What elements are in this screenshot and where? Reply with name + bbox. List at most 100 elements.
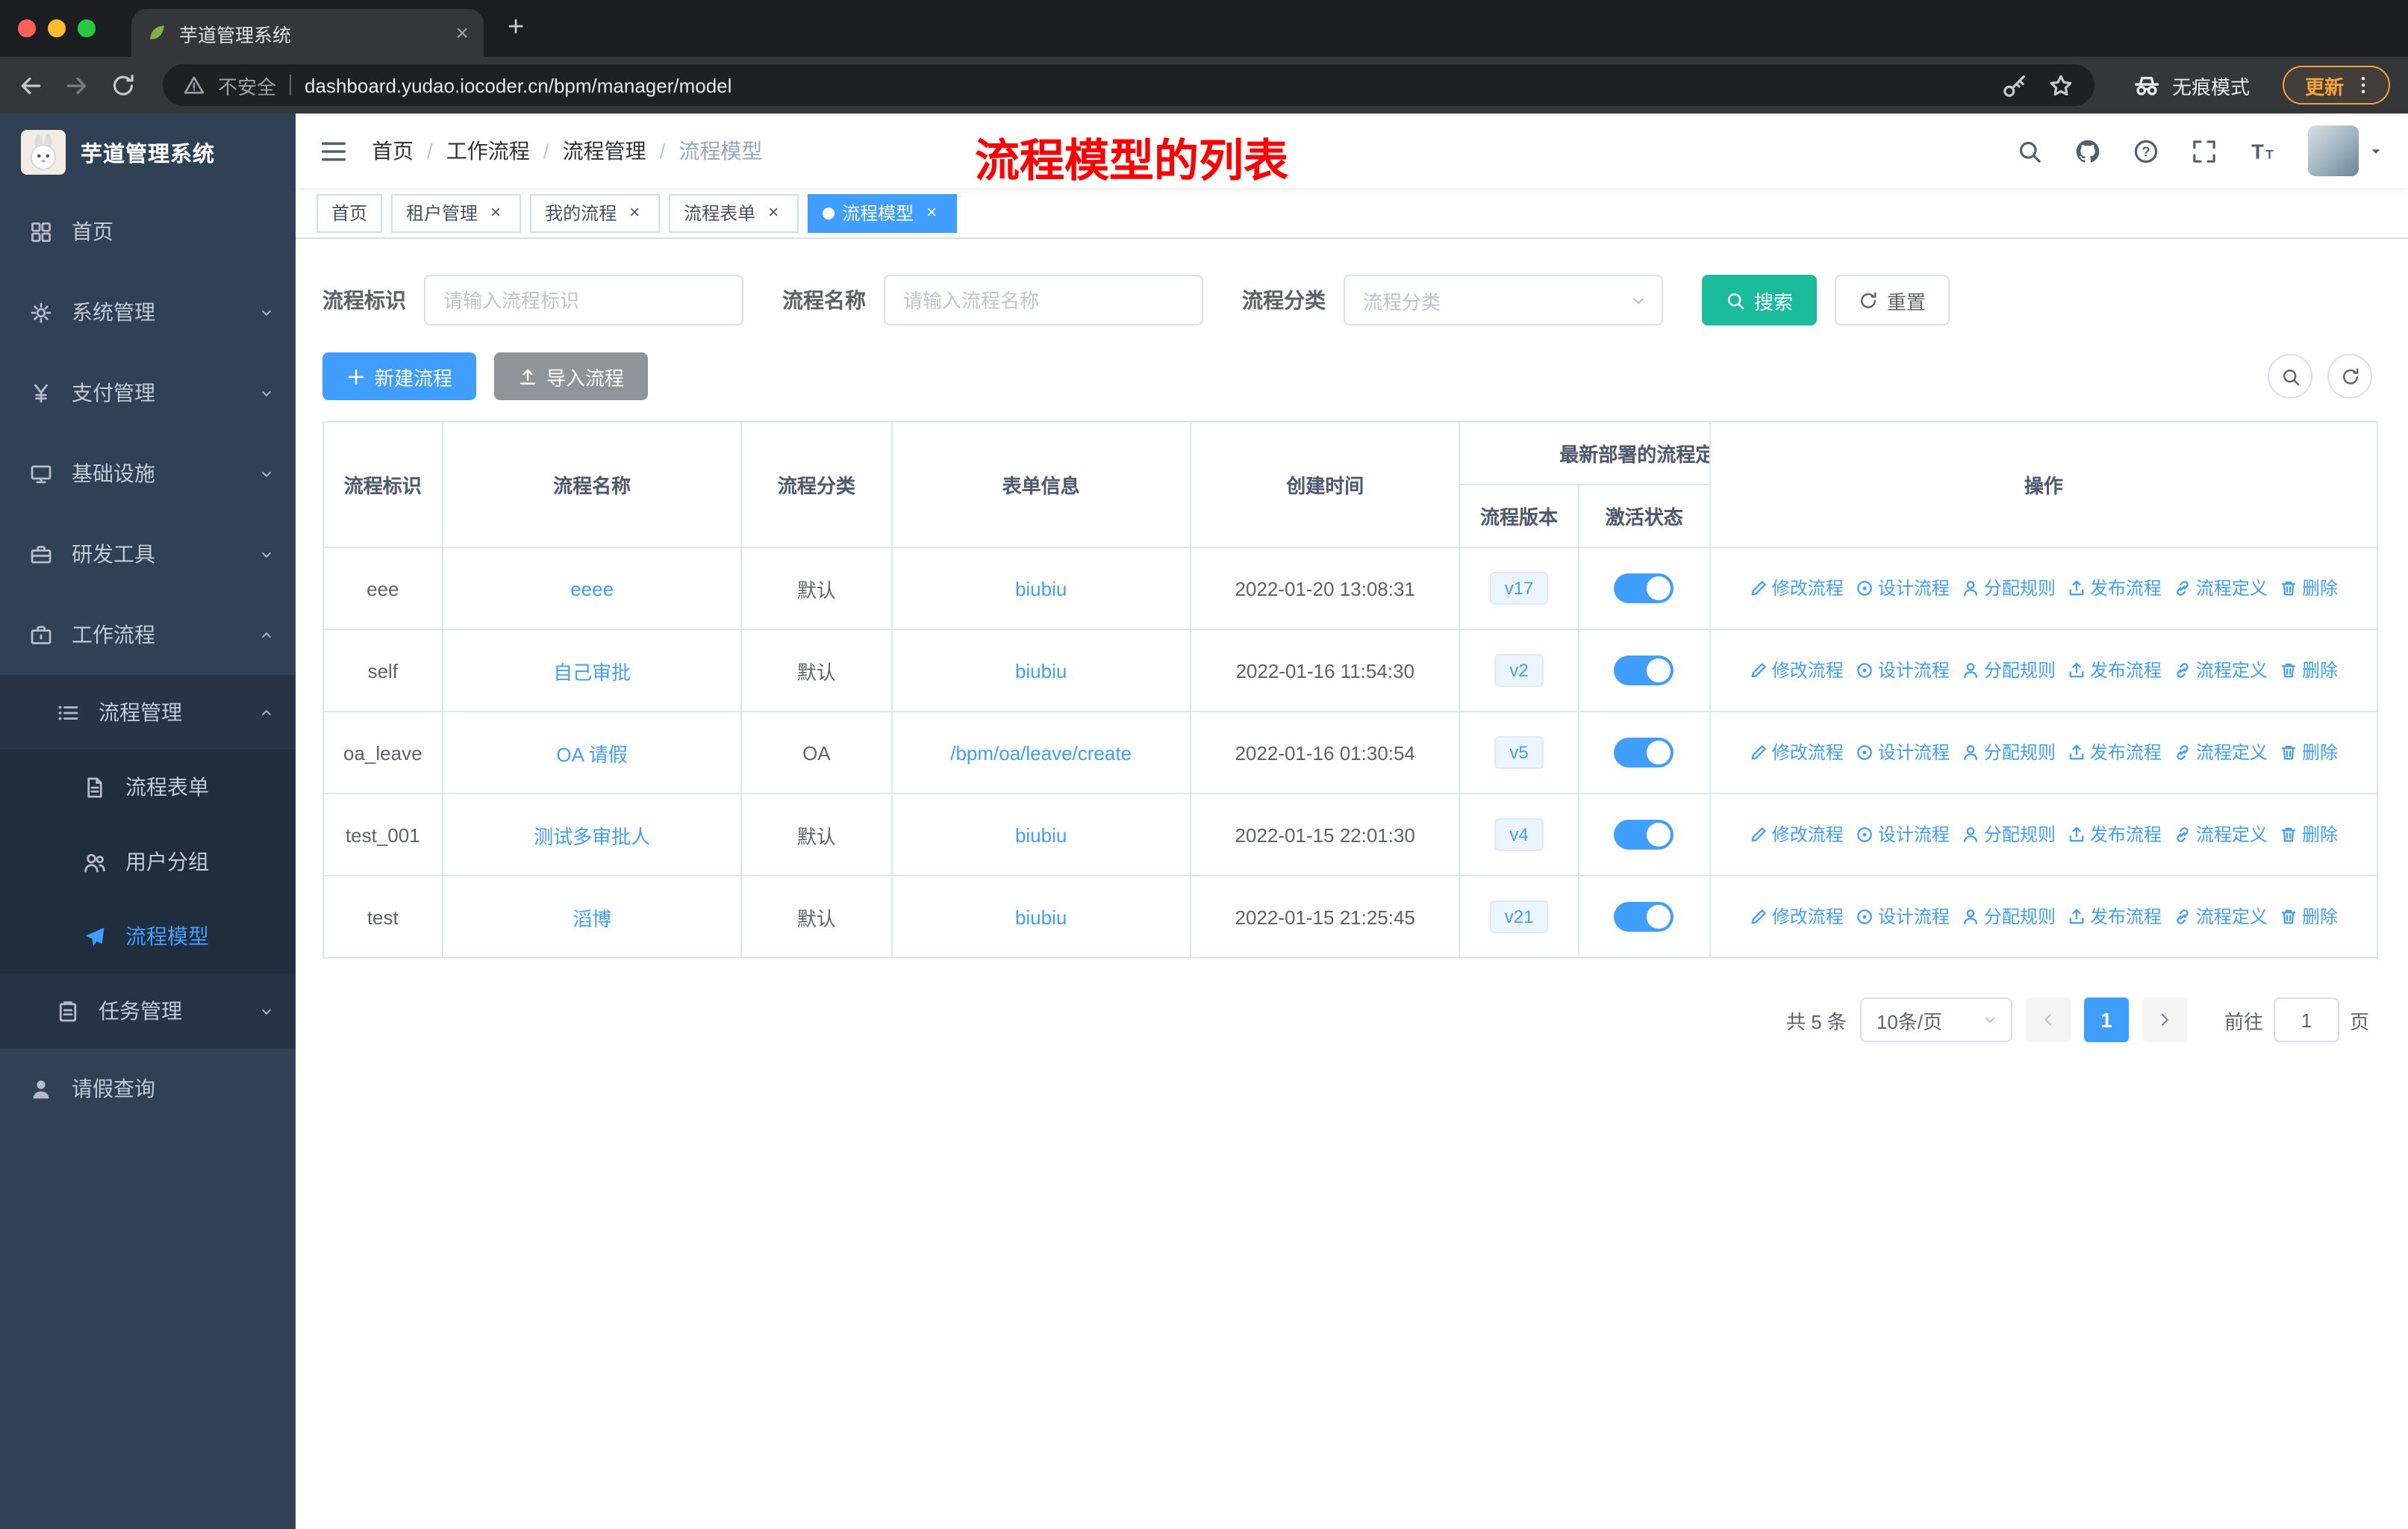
- tag-流程表单[interactable]: 流程表单 ×: [669, 193, 799, 232]
- breadcrumb-item[interactable]: 工作流程: [446, 136, 530, 166]
- form-info-link[interactable]: biubiu: [1015, 659, 1067, 682]
- form-info-link[interactable]: biubiu: [1015, 577, 1067, 600]
- github-icon[interactable]: [2075, 138, 2100, 164]
- action-publish-link[interactable]: 发布流程: [2068, 822, 2162, 847]
- action-edit-link[interactable]: 修改流程: [1750, 658, 1844, 683]
- action-link-link[interactable]: 流程定义: [2174, 822, 2268, 847]
- tag-我的流程[interactable]: 我的流程 ×: [530, 193, 661, 232]
- action-trash-link[interactable]: 删除: [2280, 658, 2338, 683]
- sidebar-item-process-management[interactable]: 流程管理: [0, 675, 296, 750]
- process-name-link[interactable]: OA 请假: [556, 743, 627, 765]
- action-trash-link[interactable]: 删除: [2280, 904, 2338, 929]
- tag-close-icon[interactable]: ×: [485, 202, 506, 223]
- action-link-link[interactable]: 流程定义: [2174, 904, 2268, 929]
- active-toggle[interactable]: [1614, 902, 1674, 932]
- sidebar-item-process-model[interactable]: 流程模型: [0, 899, 296, 974]
- action-design-link[interactable]: 设计流程: [1856, 740, 1950, 765]
- header-search-icon[interactable]: [2017, 138, 2042, 164]
- close-window-button[interactable]: [18, 19, 36, 37]
- form-info-link[interactable]: biubiu: [1015, 906, 1067, 928]
- sidebar-toggle-button[interactable]: [296, 137, 372, 165]
- action-trash-link[interactable]: 删除: [2280, 576, 2338, 601]
- toggle-search-button[interactable]: [2268, 354, 2312, 399]
- action-publish-link[interactable]: 发布流程: [2068, 658, 2162, 683]
- process-name-link[interactable]: 自己审批: [553, 661, 631, 683]
- active-toggle[interactable]: [1614, 738, 1674, 767]
- form-info-link[interactable]: /bpm/oa/leave/create: [950, 741, 1132, 764]
- refresh-table-button[interactable]: [2327, 354, 2372, 399]
- sidebar-item-workflow[interactable]: 工作流程: [0, 594, 296, 675]
- action-publish-link[interactable]: 发布流程: [2068, 740, 2162, 765]
- action-assign-link[interactable]: 分配规则: [1962, 904, 2056, 929]
- password-key-icon[interactable]: [2002, 72, 2027, 98]
- breadcrumb-item[interactable]: 流程管理: [563, 136, 646, 166]
- reset-button[interactable]: 重置: [1835, 275, 1950, 326]
- next-page-button[interactable]: [2142, 997, 2187, 1042]
- user-avatar-menu[interactable]: [2308, 125, 2384, 176]
- sidebar-item-dev-tools[interactable]: 研发工具: [0, 514, 296, 594]
- minimize-window-button[interactable]: [48, 19, 66, 37]
- sidebar-item-process-form[interactable]: 流程表单: [0, 750, 296, 824]
- search-button[interactable]: 搜索: [1702, 275, 1818, 326]
- browser-menu-icon[interactable]: [2353, 75, 2374, 96]
- page-number-button[interactable]: 1: [2083, 997, 2129, 1042]
- sidebar-item-system-management[interactable]: 系统管理: [0, 272, 296, 352]
- process-name-link[interactable]: 测试多审批人: [534, 825, 650, 847]
- browser-update-button[interactable]: 更新: [2282, 66, 2390, 105]
- sidebar-item-leave-query[interactable]: 请假查询: [0, 1048, 296, 1129]
- active-toggle[interactable]: [1614, 820, 1674, 850]
- active-toggle[interactable]: [1614, 573, 1674, 603]
- action-design-link[interactable]: 设计流程: [1856, 658, 1950, 683]
- action-publish-link[interactable]: 发布流程: [2068, 904, 2162, 929]
- zoom-window-button[interactable]: [78, 19, 96, 37]
- back-button[interactable]: [18, 72, 43, 98]
- action-edit-link[interactable]: 修改流程: [1750, 576, 1844, 601]
- active-toggle[interactable]: [1614, 655, 1674, 685]
- sidebar-item-user-group[interactable]: 用户分组: [0, 824, 296, 899]
- process-name-input[interactable]: [884, 275, 1203, 326]
- fullscreen-icon[interactable]: [2192, 138, 2217, 164]
- action-edit-link[interactable]: 修改流程: [1750, 740, 1844, 765]
- action-link-link[interactable]: 流程定义: [2174, 576, 2268, 601]
- action-design-link[interactable]: 设计流程: [1856, 822, 1950, 847]
- security-warning-icon[interactable]: [184, 75, 205, 96]
- browser-tab[interactable]: 芋道管理系统 ×: [131, 9, 484, 57]
- action-design-link[interactable]: 设计流程: [1856, 576, 1950, 601]
- tab-close-icon[interactable]: ×: [455, 22, 469, 44]
- action-assign-link[interactable]: 分配规则: [1962, 658, 2056, 683]
- process-name-link[interactable]: 滔博: [573, 907, 611, 929]
- action-assign-link[interactable]: 分配规则: [1962, 576, 2056, 601]
- action-trash-link[interactable]: 删除: [2280, 740, 2338, 765]
- action-assign-link[interactable]: 分配规则: [1962, 740, 2056, 765]
- tag-流程模型[interactable]: 流程模型 ×: [808, 193, 958, 232]
- action-edit-link[interactable]: 修改流程: [1750, 822, 1844, 847]
- reload-button[interactable]: [110, 72, 136, 98]
- action-publish-link[interactable]: 发布流程: [2068, 576, 2162, 601]
- process-category-select[interactable]: 流程分类: [1344, 275, 1663, 326]
- process-id-input[interactable]: [424, 275, 743, 326]
- page-size-select[interactable]: 10条/页: [1859, 997, 2012, 1042]
- sidebar-item-infrastructure[interactable]: 基础设施: [0, 433, 296, 514]
- tag-close-icon[interactable]: ×: [921, 202, 942, 223]
- tag-租户管理[interactable]: 租户管理 ×: [391, 193, 522, 232]
- create-process-button[interactable]: 新建流程: [322, 352, 477, 400]
- address-bar[interactable]: 不安全 dashboard.yudao.iocoder.cn/bpm/manag…: [163, 64, 2094, 106]
- form-info-link[interactable]: biubiu: [1015, 823, 1067, 846]
- import-process-button[interactable]: 导入流程: [494, 352, 649, 400]
- new-tab-button[interactable]: +: [484, 12, 548, 45]
- forward-button[interactable]: [64, 72, 90, 98]
- action-edit-link[interactable]: 修改流程: [1750, 904, 1844, 929]
- breadcrumb-item[interactable]: 首页: [372, 136, 414, 166]
- font-size-icon[interactable]: TT: [2250, 138, 2275, 164]
- action-design-link[interactable]: 设计流程: [1856, 904, 1950, 929]
- bookmark-star-icon[interactable]: [2048, 72, 2074, 98]
- sidebar-item-home[interactable]: 首页: [0, 191, 296, 272]
- avatar[interactable]: [2308, 125, 2359, 176]
- tag-close-icon[interactable]: ×: [624, 202, 645, 223]
- tag-close-icon[interactable]: ×: [763, 202, 784, 223]
- sidebar-item-task-management[interactable]: 任务管理: [0, 974, 296, 1048]
- goto-page-input[interactable]: [2273, 997, 2339, 1042]
- action-link-link[interactable]: 流程定义: [2174, 740, 2268, 765]
- sidebar-logo[interactable]: 芋道管理系统: [0, 113, 296, 191]
- tag-首页[interactable]: 首页: [316, 193, 383, 232]
